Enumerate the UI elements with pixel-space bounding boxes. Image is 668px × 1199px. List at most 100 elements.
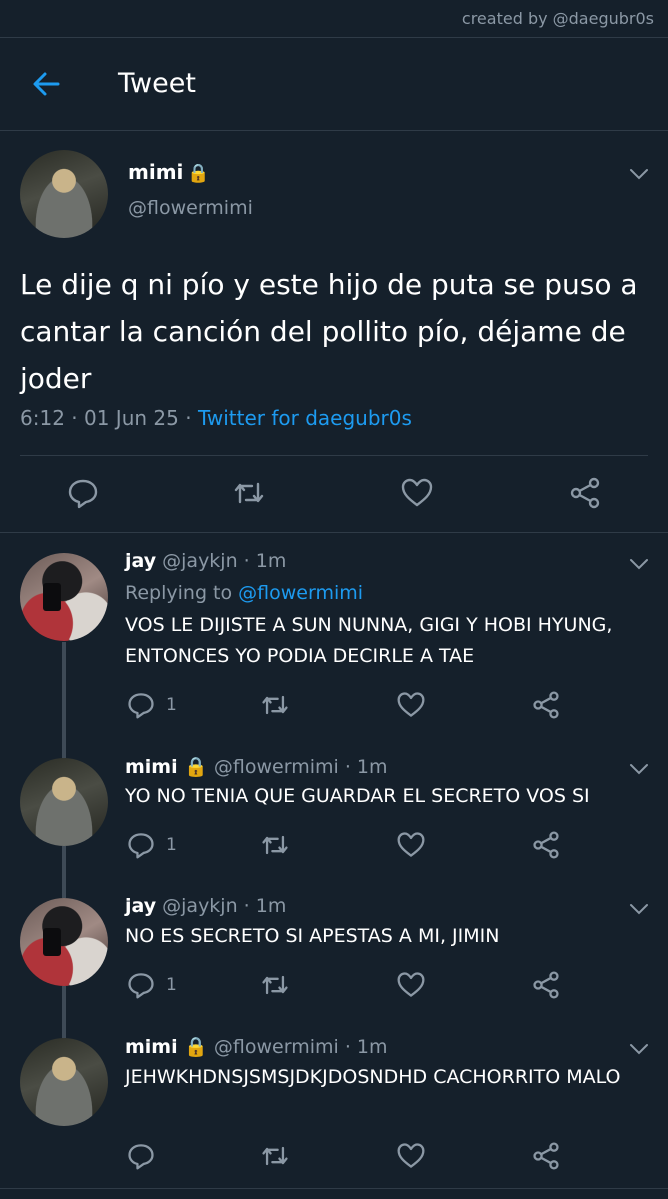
meta-separator: · bbox=[71, 406, 78, 430]
author-name-text: mimi bbox=[125, 1036, 178, 1058]
retweet-icon bbox=[262, 975, 288, 995]
phone-shape bbox=[43, 583, 61, 611]
retweet-icon bbox=[262, 695, 288, 715]
lock-icon: 🔒 bbox=[184, 756, 208, 778]
like-button[interactable] bbox=[396, 970, 426, 1000]
share-icon bbox=[533, 1142, 559, 1170]
share-button[interactable] bbox=[568, 476, 602, 510]
chevron-down-icon bbox=[630, 169, 648, 180]
author-handle[interactable]: @flowermimi bbox=[214, 1036, 339, 1058]
like-icon bbox=[397, 1143, 425, 1168]
reply-time: 1m bbox=[255, 895, 287, 917]
retweet-button[interactable] bbox=[260, 1141, 290, 1171]
reply-header: mimi 🔒 @flowermimi · 1m bbox=[125, 756, 388, 778]
share-button[interactable] bbox=[531, 690, 561, 720]
tweet-time: 6:12 bbox=[20, 406, 65, 430]
tweet-source-link[interactable]: Twitter for daegubr0s bbox=[198, 406, 412, 430]
reply-count: 1 bbox=[166, 695, 177, 715]
retweet-icon bbox=[262, 835, 288, 855]
share-icon bbox=[570, 477, 600, 509]
reply-icon bbox=[128, 973, 154, 999]
tweet-text: Le dije q ni pío y este hijo de puta se … bbox=[20, 268, 638, 395]
tweet-menu-button[interactable] bbox=[628, 1038, 650, 1060]
like-icon bbox=[401, 478, 433, 507]
like-button[interactable] bbox=[400, 476, 434, 510]
reply-text: VOS LE DIJISTE A SUN NUNNA, GIGI Y HOBI … bbox=[125, 614, 613, 667]
retweet-button[interactable] bbox=[232, 476, 266, 510]
reply-count: 1 bbox=[166, 835, 177, 855]
author-name[interactable]: mimi 🔒 bbox=[125, 1036, 208, 1058]
meta-separator: · bbox=[185, 406, 192, 430]
avatar[interactable] bbox=[20, 150, 108, 238]
like-button[interactable] bbox=[396, 690, 426, 720]
chevron-down-icon bbox=[630, 764, 648, 775]
share-button[interactable] bbox=[531, 1141, 561, 1171]
like-icon bbox=[397, 972, 425, 997]
reply-text: NO ES SECRETO SI APESTAS A MI, JIMIN bbox=[125, 925, 500, 947]
divider bbox=[20, 455, 648, 456]
tweet-meta: 6:12 · 01 Jun 25 · Twitter for daegubr0s bbox=[20, 406, 412, 430]
reply-button[interactable] bbox=[66, 476, 100, 510]
reply-time: 1m bbox=[356, 1036, 388, 1058]
author-handle[interactable]: @flowermimi bbox=[214, 756, 339, 778]
chevron-down-icon bbox=[630, 559, 648, 570]
author-name[interactable]: jay bbox=[125, 895, 156, 917]
reply-count: 1 bbox=[166, 975, 177, 995]
author-handle[interactable]: @flowermimi bbox=[128, 197, 253, 219]
app-header: Tweet bbox=[0, 38, 668, 131]
author-handle[interactable]: @jaykjn bbox=[162, 895, 238, 917]
share-icon bbox=[533, 691, 559, 719]
author-name[interactable]: mimi 🔒 bbox=[125, 756, 208, 778]
reply-icon bbox=[128, 1144, 154, 1170]
lock-icon: 🔒 bbox=[187, 163, 210, 184]
credit-text: created by @daegubr0s bbox=[461, 9, 654, 28]
share-button[interactable] bbox=[531, 970, 561, 1000]
author-name-text: mimi bbox=[125, 756, 178, 778]
back-button[interactable] bbox=[30, 68, 62, 100]
reply-icon bbox=[68, 479, 98, 509]
avatar[interactable] bbox=[20, 553, 108, 641]
tweet-menu-button[interactable] bbox=[628, 758, 650, 780]
divider bbox=[0, 532, 668, 533]
like-icon bbox=[397, 832, 425, 857]
reply-time: 1m bbox=[356, 756, 388, 778]
chevron-down-icon bbox=[630, 1044, 648, 1055]
credit-bar: created by @daegubr0s bbox=[0, 0, 668, 38]
reply-text: JEHWKHDNSJSMSJDKJDOSNDHD CACHORRITO MALO bbox=[125, 1066, 621, 1088]
replying-to: Replying to @flowermimi bbox=[125, 582, 363, 604]
reply-icon bbox=[128, 833, 154, 859]
reply-header: jay @jaykjn · 1m bbox=[125, 895, 287, 917]
thread-line bbox=[62, 986, 66, 1038]
tweet-menu-button[interactable] bbox=[628, 553, 650, 575]
like-button[interactable] bbox=[396, 1141, 426, 1171]
author-handle[interactable]: @jaykjn bbox=[162, 550, 238, 572]
replying-mention[interactable]: @flowermimi bbox=[238, 582, 363, 604]
like-button[interactable] bbox=[396, 830, 426, 860]
avatar[interactable] bbox=[20, 758, 108, 846]
retweet-button[interactable] bbox=[260, 830, 290, 860]
thread-line bbox=[62, 846, 66, 898]
reply-button[interactable] bbox=[126, 690, 156, 720]
chevron-down-icon bbox=[630, 904, 648, 915]
tweet-menu-button[interactable] bbox=[628, 163, 650, 185]
reply-icon bbox=[128, 693, 154, 719]
author-name[interactable]: jay bbox=[125, 550, 156, 572]
tweet-date: 01 Jun 25 bbox=[84, 406, 179, 430]
divider bbox=[0, 1188, 668, 1189]
tweet-menu-button[interactable] bbox=[628, 898, 650, 920]
retweet-button[interactable] bbox=[260, 970, 290, 1000]
share-button[interactable] bbox=[531, 830, 561, 860]
reply-text: YO NO TENIA QUE GUARDAR EL SECRETO VOS S… bbox=[125, 785, 590, 807]
back-arrow-icon bbox=[33, 72, 60, 96]
reply-button[interactable] bbox=[126, 1141, 156, 1171]
avatar[interactable] bbox=[20, 1038, 108, 1126]
thread-line bbox=[62, 642, 66, 758]
reply-button[interactable] bbox=[126, 830, 156, 860]
retweet-icon bbox=[262, 1146, 288, 1166]
avatar[interactable] bbox=[20, 898, 108, 986]
share-icon bbox=[533, 971, 559, 999]
like-icon bbox=[397, 692, 425, 717]
reply-button[interactable] bbox=[126, 970, 156, 1000]
retweet-button[interactable] bbox=[260, 690, 290, 720]
author-name[interactable]: mimi 🔒 bbox=[128, 160, 210, 184]
